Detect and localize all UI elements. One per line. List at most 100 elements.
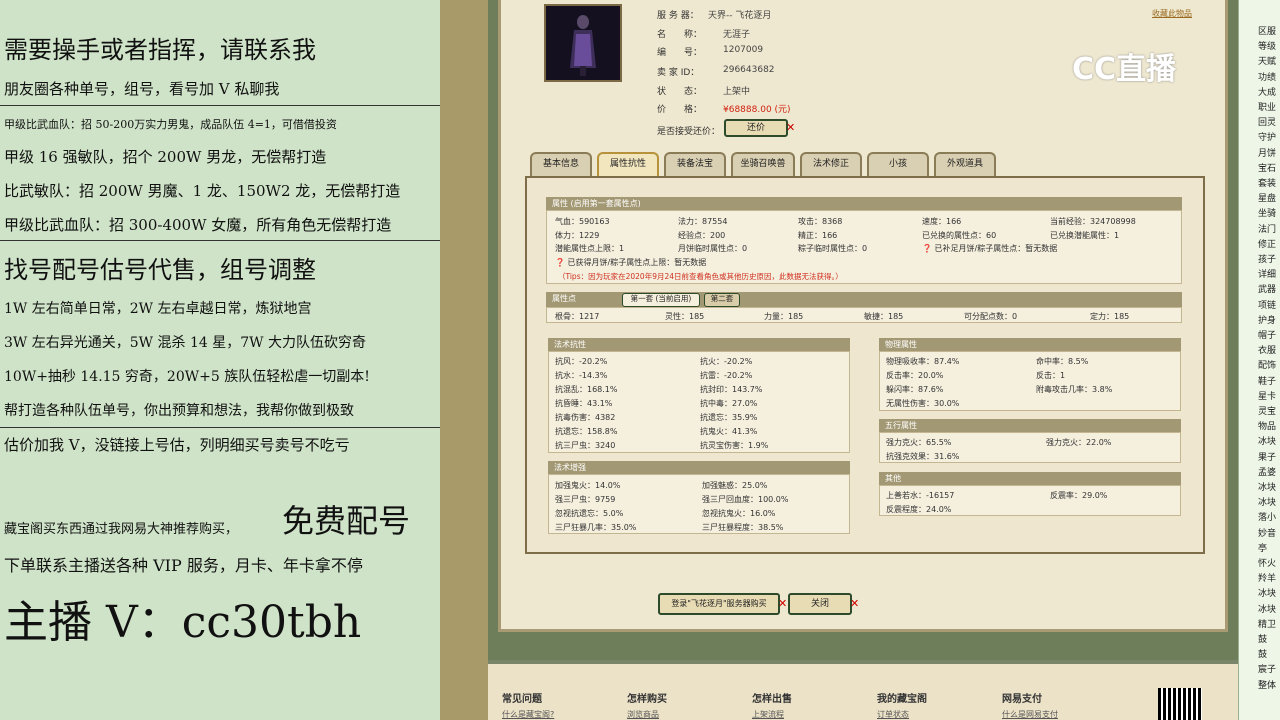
free-match-headline: 免费配号	[282, 502, 411, 540]
physical-cell: 物理吸收率：87.4%	[886, 357, 960, 366]
boost-cell: 加强魅惑：25.0%	[702, 481, 768, 490]
filter-item[interactable]: 怀火	[1258, 556, 1276, 569]
filter-item[interactable]: 修正	[1258, 237, 1276, 250]
bargain-button[interactable]: 还价	[724, 119, 788, 137]
filter-item[interactable]: 套装	[1258, 176, 1276, 189]
points-head-label: 属性点	[552, 294, 576, 303]
help-icon: ❓	[555, 258, 565, 267]
filter-item[interactable]: 整体	[1258, 678, 1276, 691]
help-icon: ❓	[922, 244, 932, 253]
tab-children[interactable]: 小孩	[867, 152, 929, 176]
filter-item[interactable]: 妙音	[1258, 526, 1276, 539]
attr-cell: 气血：590163	[555, 217, 610, 226]
filter-item[interactable]: 武器	[1258, 282, 1276, 295]
filter-item[interactable]: 物品	[1258, 419, 1276, 432]
tab-attributes[interactable]: 属性抗性	[597, 152, 659, 176]
bargain-label: 是否接受还价：	[657, 127, 721, 137]
attr-note-text: 已获得月饼/粽子属性点上限：暂无数据	[567, 258, 707, 267]
filter-item[interactable]: 护身	[1258, 313, 1276, 326]
resist-cell: 抗鬼火：41.3%	[700, 427, 758, 436]
filter-item[interactable]: 落小	[1258, 510, 1276, 523]
price-value: ¥68888.00 (元)	[723, 105, 791, 115]
points-cell: 力量：185	[764, 312, 804, 321]
filter-item[interactable]: 精卫	[1258, 617, 1276, 630]
points-tab-1[interactable]: 第一套 (当前启用)	[622, 293, 700, 307]
tab-appearance[interactable]: 外观道具	[934, 152, 996, 176]
seller-value: 296643682	[723, 65, 775, 75]
filter-item[interactable]: 大成	[1258, 85, 1276, 98]
filter-item[interactable]: 回灵	[1258, 115, 1276, 128]
filter-item[interactable]: 冰块	[1258, 495, 1276, 508]
resist-section-header: 法术抗性	[548, 338, 850, 351]
buy-button[interactable]: 登录"飞花逐月"服务器购买	[658, 593, 780, 615]
filter-item[interactable]: 鼓	[1258, 647, 1267, 660]
footer-link[interactable]: 订单状态	[877, 709, 909, 720]
filter-item[interactable]: 冰块	[1258, 480, 1276, 493]
promo-line: 10W+抽秒 14.15 穷奇，20W+5 族队伍轻松虐一切副本!	[4, 369, 370, 385]
tab-mounts-pets[interactable]: 坐骑召唤兽	[731, 152, 795, 176]
promo-line: 甲级比武血队：招 50-200万实力男鬼，成品队伍 4=1，可借借投资	[4, 118, 337, 131]
filter-item[interactable]: 衣服	[1258, 343, 1276, 356]
boost-cell: 加强鬼火：14.0%	[555, 481, 621, 490]
game-background	[440, 0, 490, 720]
filter-item[interactable]: 详细	[1258, 267, 1276, 280]
filter-item[interactable]: 星卡	[1258, 389, 1276, 402]
physical-section-header: 物理属性	[879, 338, 1181, 351]
filter-item[interactable]: 羚羊	[1258, 571, 1276, 584]
filter-item[interactable]: 法门	[1258, 222, 1276, 235]
filter-item[interactable]: 果子	[1258, 450, 1276, 463]
tab-basic-info[interactable]: 基本信息	[530, 152, 592, 176]
filter-item[interactable]: 冰块	[1258, 434, 1276, 447]
resist-cell: 抗昏睡：43.1%	[555, 399, 613, 408]
attr-cell: 已兑换的属性点：60	[922, 231, 997, 240]
filter-item[interactable]: 宝石	[1258, 161, 1276, 174]
resist-cell: 抗火：-20.2%	[700, 357, 753, 366]
tab-equipment[interactable]: 装备法宝	[664, 152, 726, 176]
filter-item[interactable]: 灵宝	[1258, 404, 1276, 417]
close-button[interactable]: 关闭	[788, 593, 852, 615]
promo-line: 3W 左右异光通关，5W 混杀 14 星，7W 大力队伍砍穷奇	[4, 335, 366, 351]
boost-cell: 三尸狂暴几率：35.0%	[555, 523, 637, 532]
filter-item[interactable]: 等级	[1258, 39, 1276, 52]
filter-item[interactable]: 宸子	[1258, 662, 1276, 675]
footer-link[interactable]: 什么是网易支付	[1002, 709, 1058, 720]
id-value: 1207009	[723, 45, 764, 55]
filter-item[interactable]: 月饼	[1258, 146, 1276, 159]
seller-label: 卖 家 ID：	[657, 68, 700, 78]
resist-cell: 抗三尸虫：3240	[555, 441, 616, 450]
filter-item[interactable]: 职业	[1258, 100, 1276, 113]
filter-item[interactable]: 功绩	[1258, 70, 1276, 83]
attr-cell: 法力：87554	[678, 217, 728, 226]
resist-cell: 抗雷：-20.2%	[700, 371, 753, 380]
filter-item[interactable]: 孟婆	[1258, 465, 1276, 478]
resist-cell: 抗封印：143.7%	[700, 385, 763, 394]
resist-cell: 抗中毒：27.0%	[700, 399, 758, 408]
filter-item[interactable]: 鼓	[1258, 632, 1267, 645]
filter-item[interactable]: 天赋	[1258, 54, 1276, 67]
promo-line: 甲级 16 强敏队，招个 200W 男龙，无偿帮打造	[4, 148, 327, 166]
filter-item[interactable]: 帽子	[1258, 328, 1276, 341]
favorite-link[interactable]: 收藏此物品	[1152, 8, 1192, 19]
filter-item[interactable]: 配饰	[1258, 358, 1276, 371]
tab-spell-correction[interactable]: 法术修正	[800, 152, 862, 176]
filter-item[interactable]: 星盘	[1258, 191, 1276, 204]
filter-item[interactable]: 鞋子	[1258, 374, 1276, 387]
footer-link[interactable]: 浏览商品	[627, 709, 659, 720]
attr-cell: 经验点：200	[678, 231, 726, 240]
filter-item[interactable]: 冰块	[1258, 586, 1276, 599]
boost-cell: 强三尸虫：9759	[555, 495, 616, 504]
filter-item[interactable]: 冰块	[1258, 602, 1276, 615]
points-tab-2[interactable]: 第二套	[704, 293, 740, 307]
filter-item[interactable]: 守护	[1258, 130, 1276, 143]
footer-link[interactable]: 什么是藏宝阁?	[502, 709, 554, 720]
footer-heading: 常见问题	[502, 694, 542, 705]
filter-item[interactable]: 坐骑	[1258, 206, 1276, 219]
footer-link[interactable]: 上架流程	[752, 709, 784, 720]
filter-item[interactable]: 亭	[1258, 541, 1267, 554]
filter-item[interactable]: 项链	[1258, 298, 1276, 311]
attr-cell: 月饼临时属性点：0	[678, 244, 748, 253]
server-value: 天界-- 飞花逐月	[708, 11, 772, 21]
five-section-header: 五行属性	[879, 419, 1181, 432]
filter-item[interactable]: 区服	[1258, 24, 1276, 37]
filter-item[interactable]: 孩子	[1258, 252, 1276, 265]
